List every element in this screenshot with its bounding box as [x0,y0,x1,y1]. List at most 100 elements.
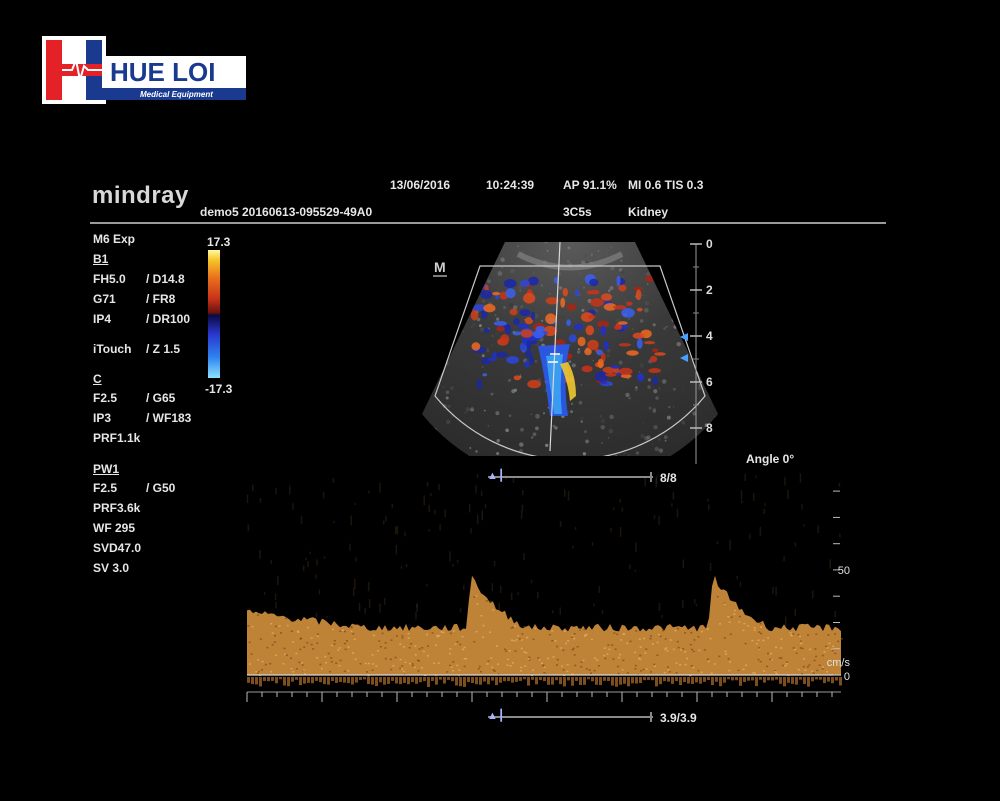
spectral-grain-pixel [697,669,700,672]
mirror-pixel [767,677,770,681]
noise-pixel [368,490,370,494]
mirror-pixel [539,677,542,681]
speckle-dot [495,314,497,316]
spectral-grain-pixel [495,645,498,647]
noise-pixel [274,593,277,600]
spectral-grain-pixel [485,600,488,602]
spectral-grain-pixel [710,672,713,674]
spectral-grain-pixel [490,657,493,659]
noise-pixel [456,559,459,563]
speckle-dot [466,271,471,276]
speckle-dot [519,373,522,376]
spectral-grain-pixel [651,643,654,645]
speckle-dot [655,396,659,400]
spectral-grain-pixel [812,672,815,674]
flow-pixel [644,275,656,282]
spectral-grain-pixel [317,633,319,635]
speckle-dot [644,308,649,313]
mirror-pixel [287,677,290,687]
speckle-dot [630,242,636,243]
mirror-pixel [299,677,302,686]
mirror-pixel [835,677,838,681]
spectral-grain-pixel [482,636,484,638]
mirror-pixel [619,677,622,685]
spectral-grain-pixel [350,630,353,633]
flow-pixel [595,371,608,382]
spectral-grain-pixel [604,647,606,649]
spectral-grain-pixel [296,630,299,632]
flow-pixel [614,324,623,330]
spectral-grain-pixel [747,625,750,627]
speckle-dot [584,307,586,310]
speckle-dot [432,236,435,239]
spectral-grain-pixel [792,647,795,649]
mirror-pixel [587,677,590,680]
spectral-grain-pixel [607,644,610,646]
noise-pixel [784,616,787,626]
flow-pixel [574,289,580,297]
spectral-grain-pixel [417,659,419,661]
spectral-grain-pixel [402,670,405,673]
noise-pixel [671,503,673,507]
noise-pixel [476,473,479,479]
flow-pixel [520,329,533,338]
depth-label: 6 [706,375,713,389]
frame-cursor-icon[interactable]: ▲┃ [487,469,505,482]
speckle-dot [646,283,649,285]
noise-pixel [783,556,785,562]
noise-pixel [559,521,562,527]
speckle-dot [652,408,656,412]
speckle-dot [567,246,571,250]
noise-pixel [275,487,277,495]
spectral-grain-pixel [371,654,374,656]
spectral-grain-pixel [319,663,322,666]
spectral-grain-pixel [723,603,726,605]
speckle-dot [449,236,453,240]
noise-pixel [523,553,525,560]
spectral-grain-pixel [514,625,517,627]
flow-pixel [562,287,568,297]
spectral-grain-pixel [407,637,410,639]
flow-pixel [524,360,530,368]
spectral-grain-pixel [668,671,671,673]
spectral-grain-pixel [337,649,340,651]
noise-pixel [695,604,698,607]
speckle-dot [495,332,499,336]
flow-pixel [545,313,557,324]
flow-pixel [520,279,530,287]
spectral-grain-pixel [427,655,429,657]
mirror-pixel [743,677,746,682]
speckle-dot [437,349,440,352]
color-scale-min: -17.3 [205,382,233,396]
mirror-pixel [595,677,598,685]
spectral-grain-pixel [831,648,833,650]
mirror-pixel [791,677,794,684]
mirror-pixel [571,677,574,686]
speckle-dot [437,312,440,315]
mirror-pixel [387,677,390,684]
speckle-dot [628,397,631,400]
spectral-grain-pixel [551,630,554,632]
noise-pixel [763,509,765,514]
mirror-pixel [647,677,650,680]
spectral-doppler-display[interactable]: 50 cm/s 0 [245,470,850,715]
speckle-dot [658,285,663,290]
noise-pixel [449,551,451,562]
mirror-pixel [415,677,418,684]
spectral-grain-pixel [491,666,494,669]
mirror-pixel [431,677,434,681]
cine-cursor-icon[interactable]: ▲┃ [487,709,505,722]
spectral-grain-pixel [650,635,652,637]
spectral-grain-pixel [604,657,607,660]
mirror-pixel [327,677,330,685]
spectral-grain-pixel [378,640,381,642]
spectral-grain-pixel [278,625,281,627]
speckle-dot [610,246,612,248]
patient-id: demo5 20160613-095529-49A0 [200,205,373,219]
speckle-dot [567,294,570,297]
depth-scale: 0 2 4 6 8 [678,236,728,466]
spectral-grain-pixel [689,643,692,646]
mirror-pixel [635,677,638,684]
speckle-dot [546,250,549,252]
speckle-dot [646,435,651,440]
